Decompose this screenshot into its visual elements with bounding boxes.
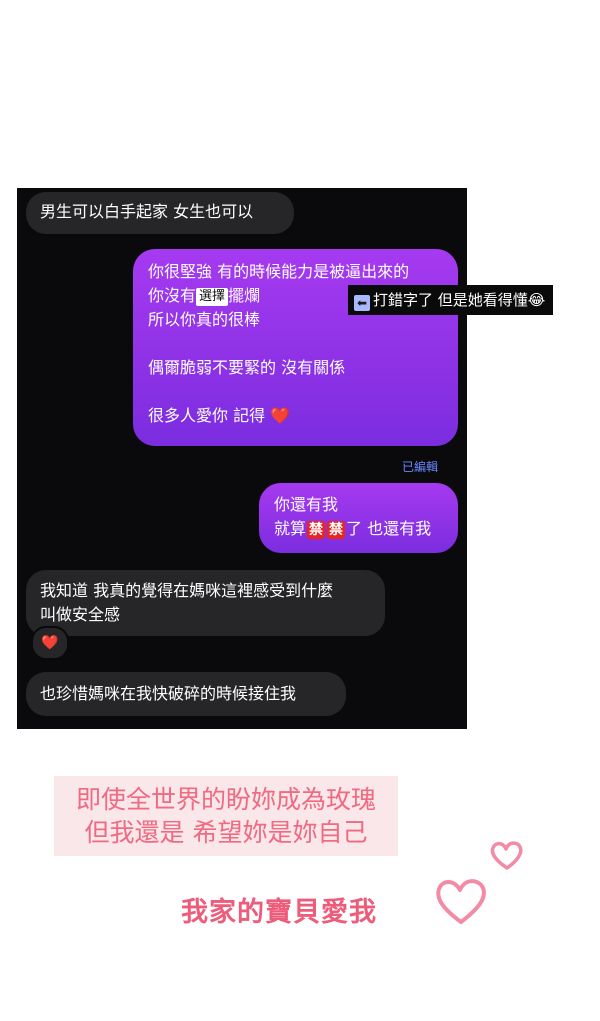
small-heart-doodle-icon: [490, 841, 523, 870]
message-line: 你很堅強 有的時候能力是被逼出來的: [148, 262, 410, 281]
message-line: 叫做安全感: [40, 605, 121, 624]
message-line: 很多人愛你 記得 ❤️: [148, 406, 291, 425]
message-incoming-2[interactable]: 我知道 我真的覺得在媽咪這裡感受到什麼 叫做安全感: [26, 570, 385, 636]
censored-stamp: 禁: [307, 521, 326, 539]
annotation-text: 打錯字了 但是她看得懂: [373, 291, 528, 309]
caption-line: 即使全世界的盼妳成為玫瑰: [75, 785, 376, 814]
heart-emoji-icon: ❤️: [270, 406, 291, 425]
message-text: 男生可以白手起家 女生也可以: [40, 202, 254, 221]
laughing-emoji-icon: 😂: [527, 291, 546, 309]
back-arrow-icon: ⬅: [354, 295, 370, 311]
message-line: 你還有我: [274, 495, 339, 514]
large-heart-doodle-icon: [436, 879, 486, 924]
caption-line: 但我還是 希望妳是妳自己: [84, 818, 368, 847]
message-line: 我知道 我真的覺得在媽咪這裡感受到什麼: [40, 581, 334, 600]
caption-box: 即使全世界的盼妳成為玫瑰 但我還是 希望妳是妳自己: [54, 776, 398, 856]
message-incoming-3[interactable]: 也珍惜媽咪在我快破碎的時候接住我: [26, 672, 346, 716]
corrected-word-box: 選擇: [196, 288, 229, 306]
message-line: 就算禁禁了 也還有我: [274, 519, 432, 539]
edited-label: 已編輯: [402, 460, 439, 474]
message-line: 偶爾脆弱不要緊的 沒有關係: [148, 358, 346, 377]
typo-annotation: ⬅ 打錯字了 但是她看得懂😂: [348, 285, 554, 315]
message-outgoing-1[interactable]: 你很堅強 有的時候能力是被逼出來的 你沒有 選擇 擺爛 所以你真的很棒 偶爾脆弱不要…: [133, 249, 458, 446]
heart-reaction-icon[interactable]: ❤️: [31, 626, 69, 660]
message-text: 也珍惜媽咪在我快破碎的時候接住我: [40, 684, 297, 703]
story-title: 我家的寶貝愛我: [181, 897, 377, 928]
message-outgoing-2[interactable]: 你還有我 就算禁禁了 也還有我: [259, 483, 458, 553]
message-incoming-1[interactable]: 男生可以白手起家 女生也可以: [26, 192, 294, 234]
censored-stamp: 禁: [327, 521, 346, 539]
chat-screenshot: 男生可以白手起家 女生也可以 你很堅強 有的時候能力是被逼出來的 你沒有 選擇 擺爛…: [17, 188, 467, 729]
